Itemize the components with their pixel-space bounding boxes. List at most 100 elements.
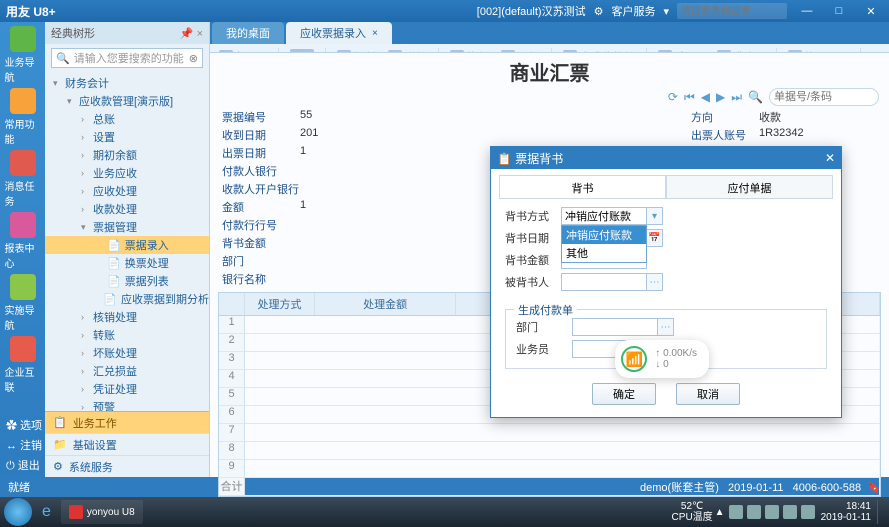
common-icon xyxy=(10,88,36,114)
pin-icon[interactable]: 📌 × xyxy=(180,27,203,40)
nav-refresh-icon[interactable]: ⟳ xyxy=(668,90,678,104)
search-icon: 🔍 xyxy=(56,52,70,65)
taskbar-ie[interactable]: e xyxy=(34,500,59,524)
section-work[interactable]: 📋业务工作 xyxy=(45,411,209,433)
messages-icon xyxy=(10,150,36,176)
start-button[interactable] xyxy=(4,498,32,526)
tab-bills[interactable]: 应收票据录入× xyxy=(286,22,392,44)
customer-service-link[interactable]: 客户服务 xyxy=(611,3,655,19)
doc-title: 商业汇票 xyxy=(210,53,889,88)
tray-flag-icon[interactable] xyxy=(729,505,743,519)
logout-link[interactable]: ↔ 注销 xyxy=(0,437,42,453)
tray-icon[interactable]: ▲ xyxy=(715,507,725,518)
nav-prev-icon[interactable]: ◀ xyxy=(701,90,710,104)
tray-vol-icon[interactable] xyxy=(765,505,779,519)
enterprise-icon xyxy=(10,336,36,362)
tree-item[interactable]: 📄换票处理 xyxy=(45,254,209,272)
calendar-icon[interactable]: 📅 xyxy=(647,229,663,247)
tree-item[interactable]: ▾票据管理 xyxy=(45,218,209,236)
tree-item[interactable]: ▾财务会计 xyxy=(45,74,209,92)
section-system[interactable]: ⚙系统服务 xyxy=(45,455,209,477)
activity-messages[interactable]: 消息任务 xyxy=(5,150,41,208)
side-search[interactable]: 🔍 请输入您要搜索的功能 ⊗ xyxy=(51,48,203,68)
dropdown-list: 冲销应付账款 其他 xyxy=(561,225,647,263)
help-menu-icon[interactable]: ▾ xyxy=(663,5,669,18)
cancel-button[interactable]: 取消 xyxy=(676,383,740,405)
tree-item[interactable]: ›转账 xyxy=(45,326,209,344)
activity-enterprise[interactable]: 企业互联 xyxy=(5,336,41,394)
tab-close-icon[interactable]: × xyxy=(372,28,378,39)
content-area: 我的桌面 应收票据录入× 打印 ▾输出 增加▾ 复制修改 附件 恢复放弃 刷新 … xyxy=(210,22,889,477)
tree-item[interactable]: 📄应收票据到期分析 xyxy=(45,290,209,308)
system-tray[interactable]: ▲ xyxy=(715,505,815,519)
global-search-input[interactable] xyxy=(677,3,787,19)
table-row[interactable]: 9 xyxy=(219,460,880,478)
network-popup: 📶 ↑ 0.00K/s↓ 0 xyxy=(615,340,709,378)
taskbar-app[interactable]: yonyou U8 xyxy=(61,500,143,524)
tree-item[interactable]: ▾应收款管理[演示版] xyxy=(45,92,209,110)
input-endorsee[interactable] xyxy=(561,273,647,291)
biz-nav-icon xyxy=(10,26,36,52)
tree-item[interactable]: ›凭证处理 xyxy=(45,380,209,398)
activity-biz-nav[interactable]: 业务导航 xyxy=(5,26,41,84)
window-min-icon[interactable]: — xyxy=(795,5,819,17)
tree-item[interactable]: ›汇兑损益 xyxy=(45,362,209,380)
taskbar-clock[interactable]: 18:412019-01-11 xyxy=(817,501,875,523)
tree-item[interactable]: 📄票据录入 xyxy=(45,236,209,254)
section-basic[interactable]: 📁基础设置 xyxy=(45,433,209,455)
dialog-close-icon[interactable]: ✕ xyxy=(825,151,835,165)
reports-icon xyxy=(10,212,36,238)
nav-first-icon[interactable]: ⏮ xyxy=(684,90,695,105)
tree-item[interactable]: ›预警 xyxy=(45,398,209,411)
wifi-icon: 📶 xyxy=(621,346,647,372)
show-desktop[interactable] xyxy=(877,500,885,524)
dropdown-icon[interactable]: ▾ xyxy=(647,207,663,225)
activity-impl[interactable]: 实施导航 xyxy=(5,274,41,332)
activity-common[interactable]: 常用功能 xyxy=(5,88,41,146)
dialog-tab-endorse[interactable]: 背书 xyxy=(499,175,666,198)
tray-net-icon[interactable] xyxy=(747,505,761,519)
dd-option-2[interactable]: 其他 xyxy=(562,244,646,262)
tree-item[interactable]: 📄票据列表 xyxy=(45,272,209,290)
table-row[interactable]: 7 xyxy=(219,424,880,442)
tree-item[interactable]: ›核销处理 xyxy=(45,308,209,326)
tree-item[interactable]: ›应收处理 xyxy=(45,182,209,200)
side-panel: 经典树形 📌 × 🔍 请输入您要搜索的功能 ⊗ ▾财务会计▾应收款管理[演示版]… xyxy=(45,22,210,477)
activity-bar: 业务导航 常用功能 消息任务 报表中心 实施导航 企业互联 ✿ 选项 ↔ 注销 … xyxy=(0,22,45,477)
windows-taskbar: e yonyou U8 52℃CPU温度 ▲ 18:412019-01-11 xyxy=(0,497,889,527)
table-row[interactable]: 8 xyxy=(219,442,880,460)
lookup-dept-icon[interactable]: ⋯ xyxy=(658,318,674,336)
tree-item[interactable]: ›业务应收 xyxy=(45,164,209,182)
options-link[interactable]: ✿ 选项 xyxy=(0,417,42,433)
nav-tree: ▾财务会计▾应收款管理[演示版]›总账›设置›期初余额›业务应收›应收处理›收款… xyxy=(45,72,209,411)
dd-option-1[interactable]: 冲销应付账款 xyxy=(562,226,646,244)
search-clear-icon[interactable]: ⊗ xyxy=(189,52,198,65)
nav-search-icon[interactable]: 🔍 xyxy=(748,90,763,104)
ok-button[interactable]: 确定 xyxy=(592,383,656,405)
nav-next-icon[interactable]: ▶ xyxy=(716,90,725,104)
doc-search-input[interactable] xyxy=(769,88,879,106)
status-text: 就绪 xyxy=(8,479,30,495)
cpu-temp[interactable]: 52℃CPU温度 xyxy=(672,501,713,523)
tree-item[interactable]: ›总账 xyxy=(45,110,209,128)
tree-item[interactable]: ›收款处理 xyxy=(45,200,209,218)
dialog-tab-payable[interactable]: 应付单据 xyxy=(666,175,833,198)
dialog-icon: 📋 xyxy=(497,152,512,166)
tree-item[interactable]: ›坏账处理 xyxy=(45,344,209,362)
tree-item[interactable]: ›设置 xyxy=(45,128,209,146)
tree-item[interactable]: ›期初余额 xyxy=(45,146,209,164)
lookup-icon[interactable]: ⋯ xyxy=(647,273,663,291)
input-dept[interactable] xyxy=(572,318,658,336)
tray-misc-icon[interactable] xyxy=(783,505,797,519)
tray-misc2-icon[interactable] xyxy=(801,505,815,519)
window-close-icon[interactable]: ✕ xyxy=(859,5,883,18)
record-nav: ⟳ ⏮ ◀ ▶ ⏭ 🔍 xyxy=(210,88,889,108)
input-endorse-mode[interactable] xyxy=(561,207,647,225)
activity-reports[interactable]: 报表中心 xyxy=(5,212,41,270)
exit-link[interactable]: ⏻ 退出 xyxy=(0,457,40,473)
window-max-icon[interactable]: □ xyxy=(827,5,851,17)
tab-home[interactable]: 我的桌面 xyxy=(212,22,284,44)
settings-gear-icon[interactable]: ⚙ xyxy=(594,5,604,18)
workspace-tabs: 我的桌面 应收票据录入× xyxy=(210,22,889,44)
nav-last-icon[interactable]: ⏭ xyxy=(731,90,742,105)
